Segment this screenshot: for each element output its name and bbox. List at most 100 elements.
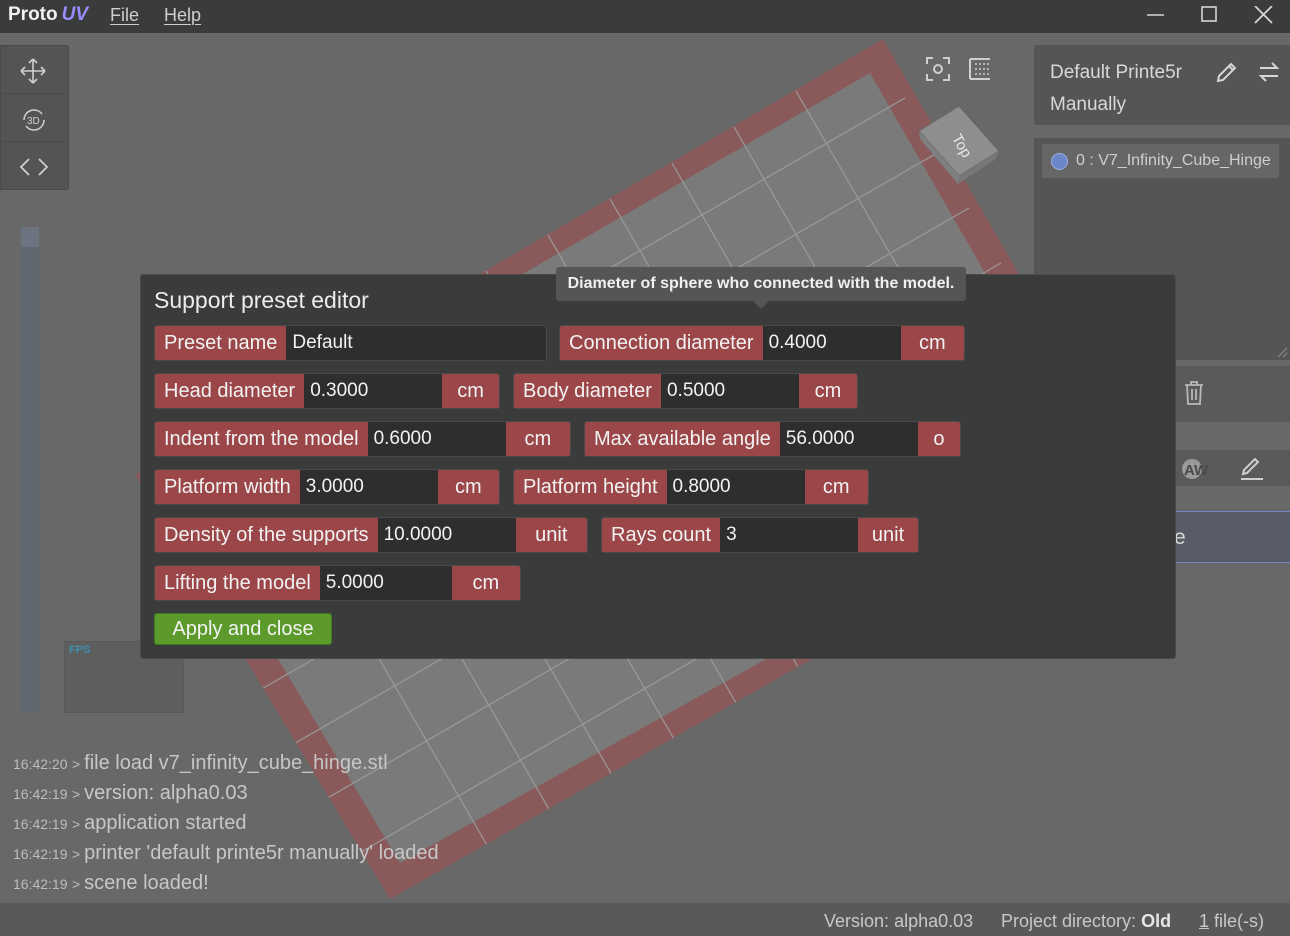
log-time: 16:42:19 — [13, 846, 68, 862]
logo-accent: UV — [61, 4, 89, 25]
close-button[interactable] — [1236, 0, 1290, 33]
connection-diameter-field: Connection diameter 0.4000 cm — [559, 325, 965, 361]
code-tool-button[interactable] — [1, 142, 69, 190]
code-icon — [19, 158, 49, 176]
log-message: application started — [84, 812, 247, 834]
title-bar: Proto UV File Help — [0, 0, 1290, 33]
max-angle-unit: o — [917, 422, 960, 456]
log-separator: > — [71, 876, 81, 892]
status-project-label: Project directory: — [1001, 911, 1137, 931]
max-angle-field: Max available angle 56.0000 o — [584, 421, 961, 457]
status-version: Version: alpha0.03 — [824, 911, 973, 932]
log-separator: > — [71, 816, 81, 832]
connection-diameter-label: Connection diameter — [560, 326, 763, 360]
grid-view-icon[interactable] — [966, 55, 994, 83]
move-icon — [20, 58, 46, 84]
lifting-label: Lifting the model — [155, 566, 320, 600]
console-log: 16:42:20 > file load v7_infinity_cube_hin… — [13, 752, 439, 902]
log-time: 16:42:19 — [13, 786, 68, 802]
max-angle-input[interactable]: 56.0000 — [779, 422, 918, 456]
rotate-3d-label: 3D — [27, 116, 40, 127]
rotate-3d-tool-button[interactable]: 3D — [1, 94, 69, 142]
printer-name: Default Printe5r Manually — [1050, 62, 1183, 115]
head-diameter-input[interactable]: 0.3000 — [304, 374, 443, 408]
log-message: version: alpha0.03 — [84, 782, 248, 804]
fit-view-icon[interactable] — [924, 55, 952, 83]
head-diameter-unit: cm — [442, 374, 499, 408]
swap-printer-icon[interactable] — [1256, 59, 1282, 85]
platform-height-input[interactable]: 0.8000 — [666, 470, 805, 504]
maximize-icon — [1201, 6, 1217, 22]
platform-width-label: Platform width — [155, 470, 300, 504]
view-cube[interactable]: Top — [914, 101, 1004, 191]
status-files-label: file(-s) — [1214, 911, 1265, 931]
head-diameter-field: Head diameter 0.3000 cm — [154, 373, 500, 409]
status-version-value: alpha0.03 — [894, 911, 974, 931]
menu-file[interactable]: File — [110, 5, 139, 26]
status-project-directory[interactable]: Project directory: Old — [1001, 911, 1171, 932]
auto-width-icon[interactable]: AW — [1179, 456, 1215, 482]
log-message: printer 'default printe5r manually' load… — [84, 842, 439, 864]
max-angle-label: Max available angle — [585, 422, 780, 456]
log-line: 16:42:19 > version: alpha0.03 — [13, 782, 439, 812]
model-list-item[interactable]: 0 : V7_Infinity_Cube_Hinge — [1042, 144, 1279, 178]
body-diameter-input[interactable]: 0.5000 — [660, 374, 799, 408]
density-field: Density of the supports 10.0000 unit — [154, 517, 588, 553]
platform-height-unit: cm — [804, 470, 868, 504]
connection-diameter-tooltip: Diameter of sphere who connected with th… — [556, 267, 966, 301]
preset-name-field: Preset name Default — [154, 325, 547, 361]
status-bar: Version: alpha0.03 Project directory: Ol… — [0, 903, 1290, 936]
lifting-input[interactable]: 5.0000 — [319, 566, 452, 600]
model-color-dot — [1051, 153, 1068, 170]
connection-diameter-input[interactable]: 0.4000 — [762, 326, 901, 360]
fps-label: FPS — [69, 644, 91, 656]
preset-name-input[interactable]: Default — [286, 326, 546, 360]
logo-text: Proto — [8, 4, 58, 25]
body-diameter-field: Body diameter 0.5000 cm — [513, 373, 858, 409]
layer-slider-handle[interactable] — [21, 227, 39, 247]
menu-help[interactable]: Help — [164, 5, 201, 26]
minimize-icon — [1147, 14, 1164, 16]
auto-width-label: AW — [1184, 462, 1209, 479]
log-message: scene loaded! — [84, 872, 209, 894]
resize-grip-icon[interactable] — [1276, 346, 1288, 358]
layer-slider[interactable] — [21, 227, 39, 713]
move-tool-button[interactable] — [1, 46, 69, 94]
trash-icon[interactable] — [1181, 379, 1207, 407]
density-label: Density of the supports — [155, 518, 378, 552]
log-line: 16:42:19 > application started — [13, 812, 439, 842]
printer-panel: Default Printe5r Manually — [1034, 45, 1290, 125]
density-input[interactable]: 10.0000 — [377, 518, 516, 552]
lifting-field: Lifting the model 5.0000 cm — [154, 565, 521, 601]
status-files-count: 1 — [1199, 911, 1210, 931]
log-message: file load v7_infinity_cube_hinge.stl — [84, 752, 388, 774]
indent-label: Indent from the model — [155, 422, 368, 456]
rays-count-label: Rays count — [602, 518, 721, 552]
head-diameter-label: Head diameter — [155, 374, 305, 408]
body-diameter-unit: cm — [798, 374, 857, 408]
connection-diameter-unit: cm — [900, 326, 964, 360]
platform-width-unit: cm — [437, 470, 499, 504]
status-files[interactable]: 1 file(-s) — [1199, 911, 1264, 932]
lifting-unit: cm — [451, 566, 520, 600]
maximize-button[interactable] — [1182, 0, 1236, 33]
log-separator: > — [71, 846, 81, 862]
log-separator: > — [71, 786, 81, 802]
dialog-title: Support preset editor — [154, 287, 369, 313]
preset-name-label: Preset name — [155, 326, 287, 360]
support-preset-editor-dialog: Support preset editor Preset name Defaul… — [140, 274, 1176, 659]
indent-input[interactable]: 0.6000 — [367, 422, 506, 456]
apply-and-close-button[interactable]: Apply and close — [154, 613, 332, 645]
edit-printer-icon[interactable] — [1214, 59, 1240, 85]
log-time: 16:42:19 — [13, 816, 68, 832]
rays-count-input[interactable]: 3 — [720, 518, 859, 552]
body-diameter-label: Body diameter — [514, 374, 661, 408]
pen-icon[interactable] — [1238, 454, 1266, 482]
log-line: 16:42:20 > file load v7_infinity_cube_hin… — [13, 752, 439, 782]
minimize-button[interactable] — [1128, 0, 1182, 33]
rays-count-unit: unit — [858, 518, 918, 552]
log-time: 16:42:20 — [13, 756, 68, 772]
left-toolbar: 3D — [0, 45, 69, 190]
density-unit: unit — [515, 518, 587, 552]
platform-width-input[interactable]: 3.0000 — [299, 470, 438, 504]
